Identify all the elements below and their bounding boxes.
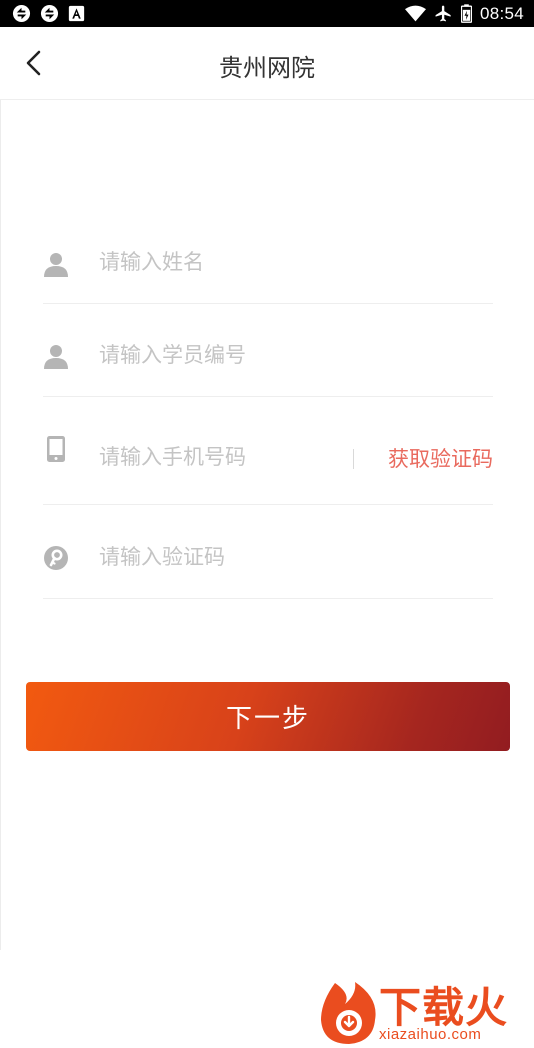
code-field-row	[43, 504, 493, 599]
next-step-button[interactable]: 下一步	[26, 682, 510, 751]
status-bar-right: 08:54	[404, 3, 524, 24]
watermark-url: xiazaihuo.com	[379, 1026, 482, 1043]
user-icon	[44, 345, 68, 369]
status-bar: 08:54	[0, 0, 534, 27]
watermark-logo: 下载火 xiazaihuo.com	[317, 980, 532, 1048]
student-id-field-row	[43, 303, 493, 397]
status-time: 08:54	[479, 3, 524, 23]
battery-icon	[460, 4, 472, 23]
text-a-icon	[68, 5, 85, 22]
form-container: 获取验证码 下一步 下载火 xiazaihuo.com	[0, 100, 534, 1044]
airplane-icon	[435, 5, 451, 22]
sync-icon	[12, 4, 31, 23]
field-divider	[353, 449, 354, 469]
name-field-row	[43, 230, 493, 304]
page-title: 贵州网院	[219, 54, 315, 82]
flame-logo-icon	[321, 982, 376, 1044]
phone-field-row: 获取验证码	[43, 396, 493, 505]
get-code-button[interactable]: 获取验证码	[388, 443, 493, 473]
status-bar-left	[12, 4, 85, 23]
user-icon	[44, 253, 68, 277]
key-icon	[44, 546, 68, 570]
wifi-icon	[404, 5, 426, 22]
name-input[interactable]	[99, 247, 349, 277]
mobile-phone-icon	[47, 436, 65, 462]
sync-icon	[40, 4, 59, 23]
phone-input[interactable]	[99, 442, 329, 472]
header-bar: 贵州网院	[0, 27, 534, 100]
student-id-input[interactable]	[99, 340, 349, 370]
code-input[interactable]	[99, 542, 349, 572]
